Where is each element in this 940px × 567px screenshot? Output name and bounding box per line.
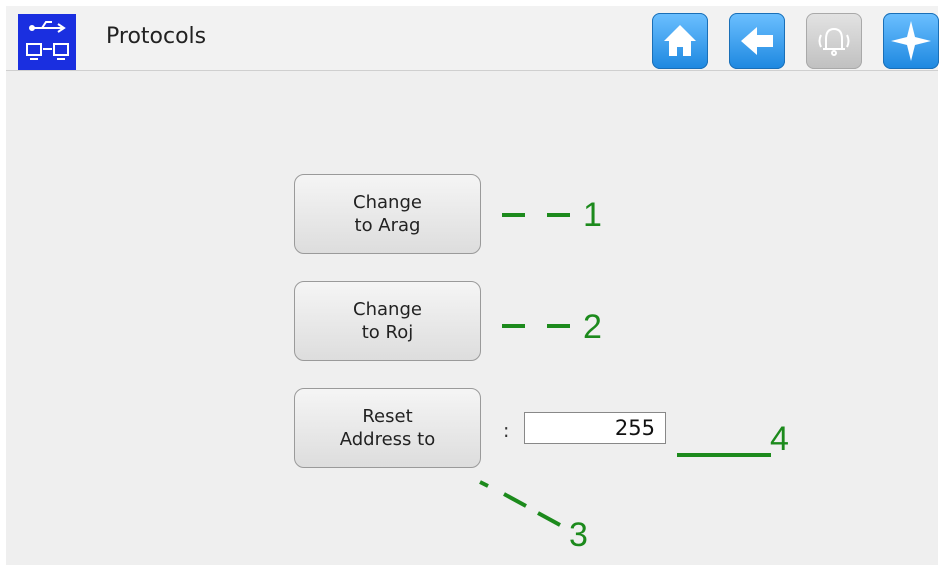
navigation-star-icon: [891, 21, 931, 61]
page-title: Protocols: [106, 24, 207, 49]
change-to-arag-button[interactable]: Change to Arag: [294, 174, 481, 254]
button-label-line2: to Arag: [354, 215, 421, 236]
home-button[interactable]: [652, 13, 708, 69]
back-arrow-icon: [741, 27, 773, 55]
callout-2-dash: [547, 324, 570, 328]
button-label-line2: Address to: [339, 429, 436, 450]
address-input[interactable]: 255: [524, 412, 666, 444]
callout-4-line: [677, 453, 771, 457]
change-to-roj-button[interactable]: Change to Roj: [294, 281, 481, 361]
screen: Protocols Change to Arag Change to Roj R…: [6, 6, 939, 565]
button-label-line1: Change: [353, 299, 422, 320]
callout-2: 2: [583, 308, 602, 346]
home-icon: [664, 25, 696, 56]
button-label-line1: Reset: [362, 406, 413, 427]
callout-1-dash: [502, 213, 525, 217]
alarm-button[interactable]: [806, 13, 862, 69]
button-label-line2: to Roj: [361, 322, 414, 343]
callout-4: 4: [770, 420, 789, 458]
back-button[interactable]: [729, 13, 785, 69]
callout-1: 1: [583, 196, 602, 234]
callout-2-dash: [502, 324, 525, 328]
alarm-bell-icon: [818, 27, 850, 56]
address-separator: :: [503, 420, 510, 442]
navigation-button[interactable]: [883, 13, 939, 69]
reset-address-button[interactable]: Reset Address to: [294, 388, 481, 468]
callout-1-dash: [547, 213, 570, 217]
callout-3: 3: [569, 516, 588, 554]
callout-3-leader: [479, 480, 561, 527]
usb-network-icon: [18, 14, 76, 70]
button-label-line1: Change: [353, 192, 422, 213]
header-bar: Protocols: [6, 6, 939, 71]
